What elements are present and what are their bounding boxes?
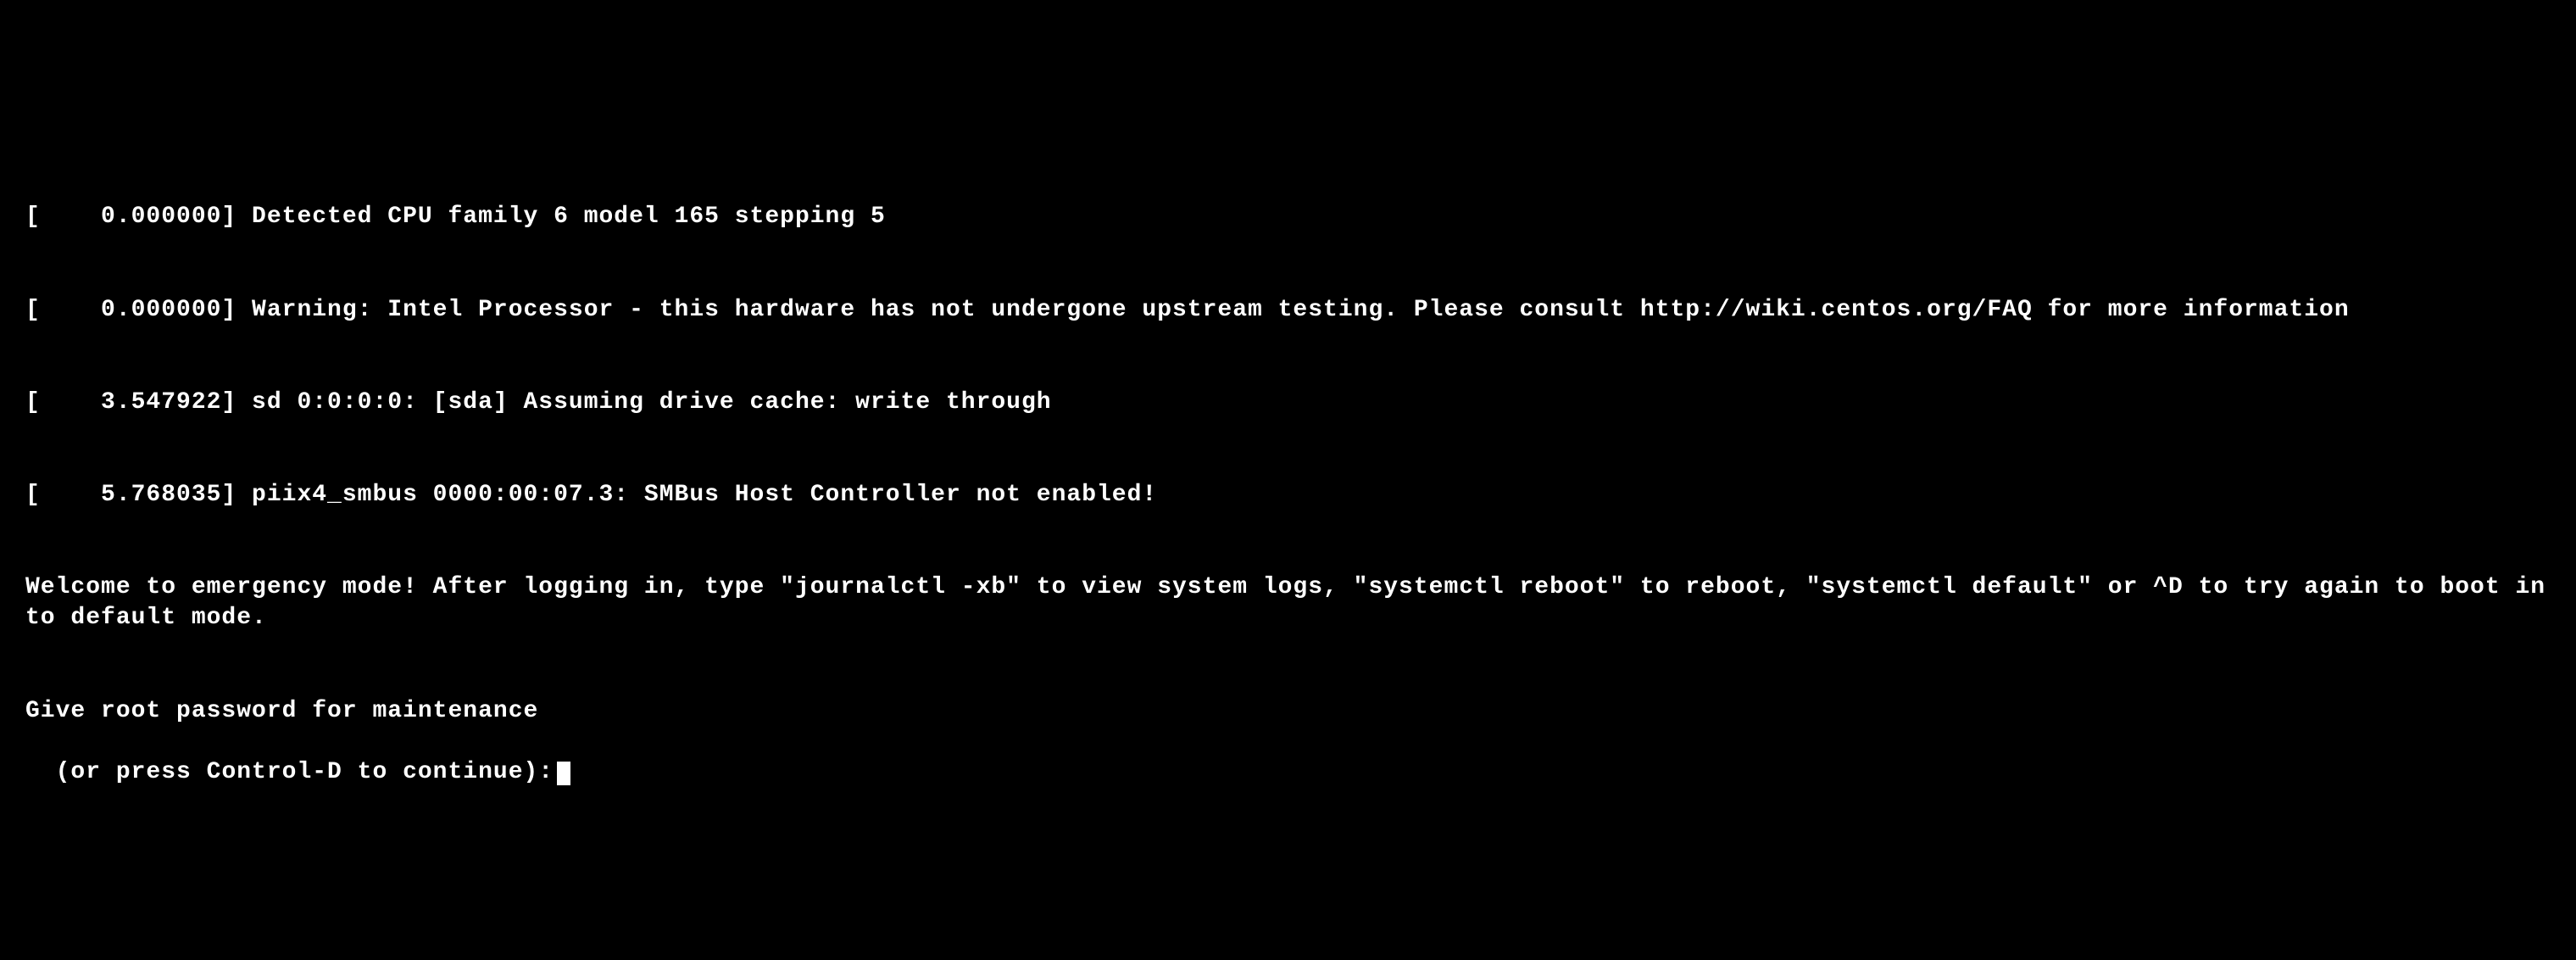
emergency-mode-message: Welcome to emergency mode! After logging… [25,572,2551,634]
kernel-log-line: [ 0.000000] Warning: Intel Processor - t… [25,295,2551,326]
console-output: [ 0.000000] Detected CPU family 6 model … [25,141,2551,789]
text-cursor-icon [557,762,570,785]
kernel-log-line: [ 5.768035] piix4_smbus 0000:00:07.3: SM… [25,480,2551,511]
kernel-log-line: [ 0.000000] Detected CPU family 6 model … [25,202,2551,232]
kernel-log-line: [ 3.547922] sd 0:0:0:0: [sda] Assuming d… [25,388,2551,418]
password-prompt-input[interactable]: (or press Control-D to continue): [56,759,571,785]
prompt-text: (or press Control-D to continue): [56,759,554,785]
password-prompt-label: Give root password for maintenance [25,696,2551,727]
